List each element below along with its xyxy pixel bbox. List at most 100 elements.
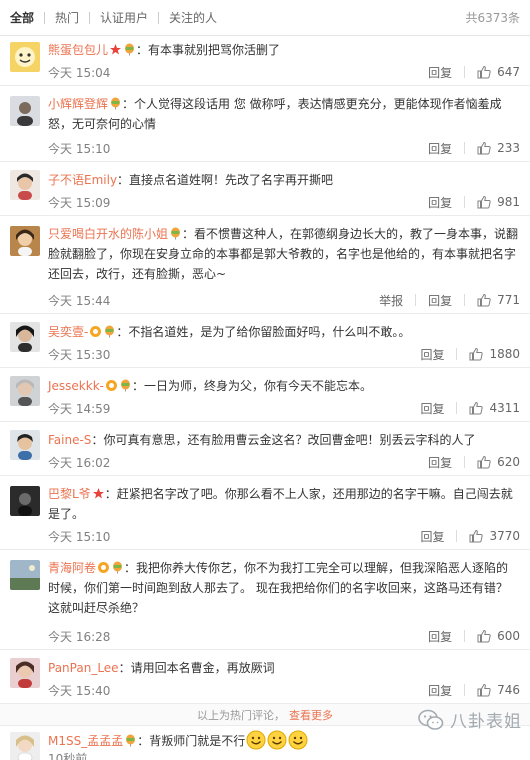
reply-button[interactable]: 回复 [428, 682, 452, 699]
comment-text: ：有本事就别把骂你活删了 [136, 43, 281, 57]
comment-filter-tabs: 全部 热门 认证用户 关注的人 共6373条 [0, 0, 530, 36]
like-button[interactable]: 981 [477, 195, 520, 209]
comment-item: Faine-S：你可真有意思，还有脸用曹云金这名？改回曹金吧！别丢云字科的人了 … [0, 422, 530, 476]
watermark-text: 八卦表姐 [450, 712, 522, 732]
username[interactable]: 只爱喝白开水的陈小姐 [48, 227, 168, 241]
thumbs-up-icon [469, 347, 484, 361]
like-count: 3770 [489, 529, 520, 543]
balloon-badge-icon [124, 734, 137, 747]
thumbs-up-icon [469, 401, 484, 415]
like-button[interactable]: 4311 [469, 401, 520, 415]
like-count: 4311 [489, 401, 520, 415]
comment-time: 今天 14:59 [48, 401, 111, 416]
thumbs-up-icon [477, 629, 491, 643]
username[interactable]: Faine-S [48, 433, 91, 447]
comment-text: ：你可真有意思，还有脸用曹云金这名？改回曹金吧！别丢云字科的人了 [91, 433, 476, 447]
comment-time: 今天 16:02 [48, 455, 111, 470]
thumbs-up-icon [477, 195, 491, 209]
avatar[interactable] [10, 42, 40, 72]
reply-button[interactable]: 回复 [420, 528, 444, 545]
wechat-logo-icon [418, 709, 444, 730]
like-button[interactable]: 647 [477, 65, 520, 79]
reply-button[interactable]: 回复 [428, 140, 452, 157]
username[interactable]: 子不语Emily [48, 173, 117, 187]
smile-emoji-icon [267, 730, 287, 750]
balloon-badge-icon [111, 561, 124, 574]
comment-item: 小辉辉登辉 ：个人觉得这段话用 您 做称呼，表达情感更充分，更能体现作者恼羞成怒，… [0, 86, 530, 162]
avatar[interactable] [10, 96, 40, 126]
username[interactable]: 青海阿卷 [48, 561, 96, 575]
balloon-badge-icon [123, 43, 136, 56]
avatar[interactable] [10, 226, 40, 256]
smile-emoji-icon [246, 730, 266, 750]
comment-time: 今天 15:09 [48, 195, 111, 210]
tab-hot[interactable]: 热门 [45, 9, 89, 26]
comment-text: ：请用回本名曹金，再放厥词 [118, 661, 275, 675]
username[interactable]: PanPan_Lee [48, 661, 119, 675]
vip-badge-icon [89, 325, 102, 338]
like-count: 600 [497, 629, 520, 643]
comment-text: ：一日为师，终身为父，你有今天不能忘本。 [132, 379, 373, 393]
comment-time: 今天 15:10 [48, 141, 111, 156]
comment-time: 今天 15:04 [48, 65, 111, 80]
thumbs-up-icon [477, 65, 491, 79]
tab-following[interactable]: 关注的人 [159, 9, 227, 26]
avatar[interactable] [10, 486, 40, 516]
balloon-badge-icon [119, 379, 132, 392]
reply-button[interactable]: 回复 [428, 64, 452, 81]
vip-badge-icon [97, 561, 110, 574]
username[interactable]: 小辉辉登辉 [48, 97, 108, 111]
username[interactable]: Jessekkk- [48, 379, 104, 393]
like-button[interactable]: 3770 [469, 529, 520, 543]
thumbs-up-icon [477, 141, 491, 155]
like-button[interactable]: 1880 [469, 347, 520, 361]
report-button[interactable]: 举报 [379, 292, 403, 309]
username[interactable]: 熊蛋包包儿 [48, 43, 108, 57]
tab-verified[interactable]: 认证用户 [90, 9, 158, 26]
thumbs-up-icon [477, 293, 491, 307]
comment-item: 只爱喝白开水的陈小姐 ：看不惯曹这种人，在郭德纲身边长大的，教了一身本事，说翻脸就… [0, 216, 530, 314]
tab-all[interactable]: 全部 [10, 9, 44, 26]
avatar[interactable] [10, 376, 40, 406]
avatar[interactable] [10, 322, 40, 352]
like-count: 233 [497, 141, 520, 155]
balloon-badge-icon [103, 325, 116, 338]
thumbs-up-icon [477, 683, 491, 697]
reply-button[interactable]: 回复 [420, 346, 444, 363]
reply-button[interactable]: 回复 [428, 628, 452, 645]
reply-button[interactable]: 回复 [420, 400, 444, 417]
like-count: 746 [497, 683, 520, 697]
like-count: 771 [497, 293, 520, 307]
avatar[interactable] [10, 170, 40, 200]
reply-button[interactable]: 回复 [428, 194, 452, 211]
username[interactable]: M1SS_孟孟孟 [48, 734, 123, 748]
like-button[interactable]: 600 [477, 629, 520, 643]
balloon-badge-icon [169, 227, 182, 240]
comment-total-count: 共6373条 [465, 11, 520, 25]
reply-button[interactable]: 回复 [428, 292, 452, 309]
like-button[interactable]: 620 [477, 455, 520, 469]
smile-emoji-icon [288, 730, 308, 750]
comment-item: 吴奕壹- ：不指名道姓，是为了给你留脸面好吗，什么叫不敢。。 今天 15:30 回… [0, 314, 530, 368]
avatar[interactable] [10, 430, 40, 460]
watermark: 八卦表姐 [418, 707, 522, 732]
avatar[interactable] [10, 658, 40, 688]
like-button[interactable]: 746 [477, 683, 520, 697]
username[interactable]: 巴黎L爷 [48, 487, 91, 501]
comment-time: 今天 15:30 [48, 347, 111, 362]
like-count: 647 [497, 65, 520, 79]
hot-footer-text: 以上为热门评论， [197, 708, 285, 722]
star-badge-icon [109, 43, 122, 56]
comment-time: 今天 15:10 [48, 529, 111, 544]
vip-badge-icon [105, 379, 118, 392]
like-button[interactable]: 771 [477, 293, 520, 307]
username[interactable]: 吴奕壹- [48, 325, 88, 339]
reply-button[interactable]: 回复 [428, 454, 452, 471]
like-button[interactable]: 233 [477, 141, 520, 155]
comment-text: ：赶紧把名字改了吧。你那么看不上人家，还用那边的名字干嘛。自己闯去就是了。 [48, 487, 513, 521]
comment-text: ：直接点名道姓啊！先改了名字再开撕吧 [117, 173, 334, 187]
avatar[interactable] [10, 560, 40, 590]
see-more-link[interactable]: 查看更多 [289, 707, 333, 723]
comment-time: 今天 15:44 [48, 293, 111, 308]
avatar[interactable] [10, 732, 40, 760]
